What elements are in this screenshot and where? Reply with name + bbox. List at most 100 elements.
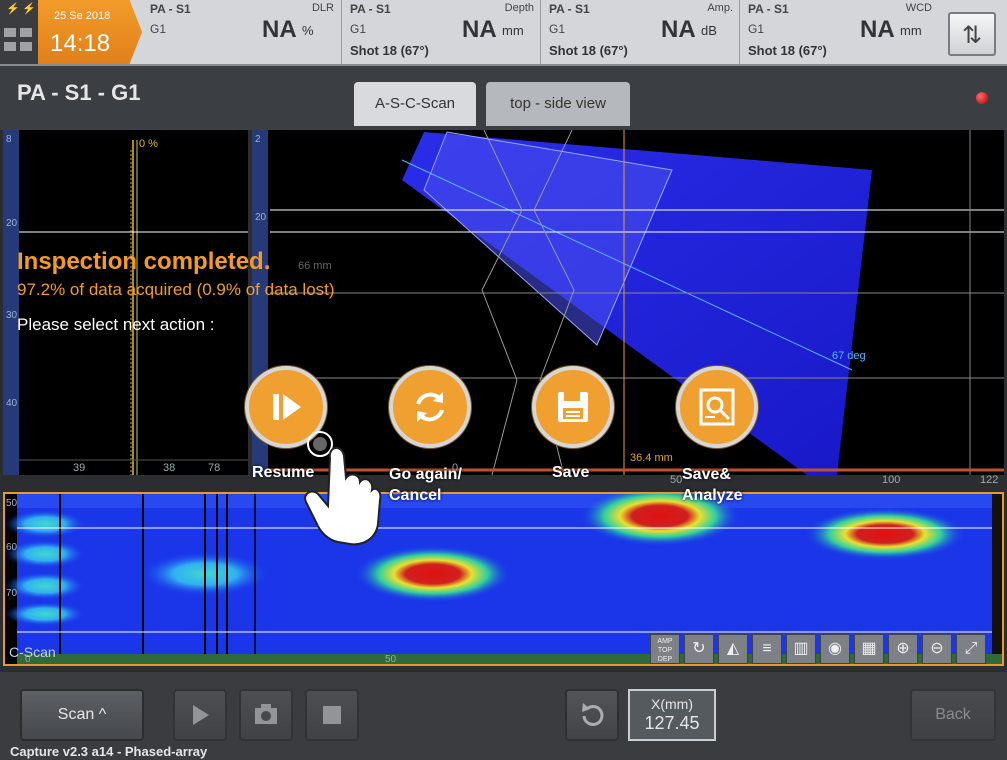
gate-button[interactable]: ▥	[786, 634, 816, 664]
x-position-readout: X(mm) 127.45	[628, 689, 716, 741]
palette-button[interactable]: ◉	[820, 634, 850, 664]
measurement-unit: mm	[502, 23, 524, 38]
measurement-shot: Shot 18 (67°)	[350, 43, 429, 58]
inspection-prompt: Please select next action :	[17, 315, 215, 334]
refresh-icon: ↻	[692, 640, 706, 657]
scan-menu-button[interactable]: Scan ^	[20, 689, 144, 741]
zoom-in-icon: ⊕	[896, 640, 910, 657]
back-button[interactable]: Back	[910, 689, 996, 741]
battery-cell	[20, 28, 32, 37]
fullscreen-button[interactable]: ⤢	[956, 634, 986, 664]
measurement-type: DLR	[311, 2, 334, 14]
a-scan-plot	[19, 140, 248, 475]
amp-top-depth-label: AMP TOP DEP	[657, 638, 673, 663]
gate-label: 0 %	[139, 138, 158, 150]
measurement-unit: dB	[701, 23, 717, 38]
fullscreen-icon: ⤢	[964, 640, 978, 657]
c-scan-plot	[5, 494, 1002, 664]
stop-button[interactable]	[305, 689, 359, 741]
zoom-out-button[interactable]: ⊖	[922, 634, 952, 664]
measurement-type: Depth	[504, 2, 534, 14]
x-position-value: 127.45	[644, 713, 700, 733]
measurement-type: Amp.	[707, 2, 733, 14]
ruler-tick: 2	[255, 134, 261, 145]
analyze-icon	[699, 388, 735, 426]
grid-icon: ▦	[861, 640, 877, 657]
play-icon	[193, 705, 209, 725]
play-button[interactable]	[173, 689, 227, 741]
measurement-value: NA	[462, 16, 497, 43]
go-again-button[interactable]	[389, 366, 471, 448]
refresh-icon	[416, 392, 444, 422]
measurement-value: NA	[262, 16, 297, 43]
battery-cell	[4, 42, 16, 51]
measurement-source: PA - S1	[748, 2, 789, 16]
ruler-tick: 50	[6, 498, 18, 509]
snapshot-button[interactable]	[239, 689, 293, 741]
measurement-value: NA	[860, 16, 895, 43]
amp-top-depth-button[interactable]: AMP TOP DEP	[650, 634, 680, 664]
gate-icon: ▥	[793, 640, 809, 657]
measurement-source: PA - S1	[549, 2, 590, 16]
mirror-icon: ◭	[726, 640, 740, 657]
swap-icon: ⇅	[961, 22, 983, 49]
axis-tick: 39	[73, 462, 86, 474]
measurement-value: NA	[661, 16, 696, 43]
measurement-unit: mm	[900, 23, 922, 38]
ruler-tick: 20	[6, 218, 18, 229]
tab-top-side-view[interactable]: top - side view	[486, 82, 630, 126]
measurement-shot: Shot 18 (67°)	[549, 43, 628, 58]
save-icon	[558, 392, 588, 422]
stop-icon	[323, 706, 341, 724]
back-label: Back	[935, 706, 971, 723]
battery-indicator: ⚡ ⚡	[0, 0, 38, 64]
version-label: Capture v2.3 a14 - Phased-array	[10, 744, 208, 759]
ruler-tick: 20	[255, 212, 267, 223]
save-and-analyze-button[interactable]	[676, 366, 758, 448]
x-position-label: X(mm)	[651, 696, 693, 712]
measurement-type: WCD	[905, 2, 932, 14]
zoom-in-button[interactable]: ⊕	[888, 634, 918, 664]
save-and-analyze-label: Save& Analyze	[682, 466, 743, 504]
axis-tick: 50	[670, 474, 683, 486]
page-title: PA - S1 - G1	[17, 80, 141, 105]
angle-label: 67 deg	[832, 350, 866, 362]
axis-tick: 0	[25, 654, 31, 665]
a-scan-ruler: 8 20 30 40	[3, 130, 19, 475]
a-scan-panel[interactable]: 0 % 39 38 78	[3, 130, 248, 475]
s-scan-panel[interactable]: 67 deg 66 mm 36.4 mm 0 50 100 122	[252, 130, 1004, 486]
depth-label: 66 mm	[298, 260, 332, 272]
ruler-tick: 60	[6, 542, 18, 553]
palette-icon: ◉	[828, 640, 842, 657]
battery-cell	[20, 42, 32, 51]
measurement-group: G1	[150, 22, 167, 36]
inspection-title: Inspection completed.	[17, 248, 271, 275]
measurement-group: G1	[350, 22, 367, 36]
measurement-depth[interactable]: PA - S1 Depth G1 NA mm Shot 18 (67°)	[341, 0, 540, 64]
swap-measurements-button[interactable]: ⇅	[948, 12, 996, 56]
mirror-button[interactable]: ◭	[718, 634, 748, 664]
align-button[interactable]: ≡	[752, 634, 782, 664]
measurement-amplitude[interactable]: PA - S1 Amp. G1 NA dB Shot 18 (67°)	[540, 0, 739, 64]
inspection-subtitle: 97.2% of data acquired (0.9% of data los…	[17, 280, 335, 299]
reset-icon	[582, 703, 604, 726]
scan-menu-label: Scan ^	[57, 706, 107, 723]
touch-hand-icon	[304, 431, 382, 546]
save-button[interactable]	[532, 366, 614, 448]
measurement-dlr[interactable]: PA - S1 DLR G1 NA %	[142, 0, 340, 64]
axis-tick: 122	[980, 474, 999, 486]
tab-a-s-c-scan[interactable]: A-S-C-Scan	[354, 82, 476, 126]
measurement-unit: %	[302, 23, 314, 38]
measurement-wcd[interactable]: PA - S1 WCD G1 NA mm Shot 18 (67°)	[739, 0, 938, 64]
refresh-view-button[interactable]: ↻	[684, 634, 714, 664]
measurement-group: G1	[748, 22, 765, 36]
reset-position-button[interactable]	[565, 689, 619, 741]
battery-cell	[4, 28, 16, 37]
measurement-shot: Shot 18 (67°)	[748, 43, 827, 58]
c-scan-label: C-Scan	[9, 644, 56, 660]
go-again-label: Go again/ Cancel	[389, 466, 462, 504]
axis-tick: 100	[882, 474, 901, 486]
recording-indicator	[976, 92, 988, 104]
grid-button[interactable]: ▦	[854, 634, 884, 664]
ruler-tick: 40	[6, 398, 18, 409]
